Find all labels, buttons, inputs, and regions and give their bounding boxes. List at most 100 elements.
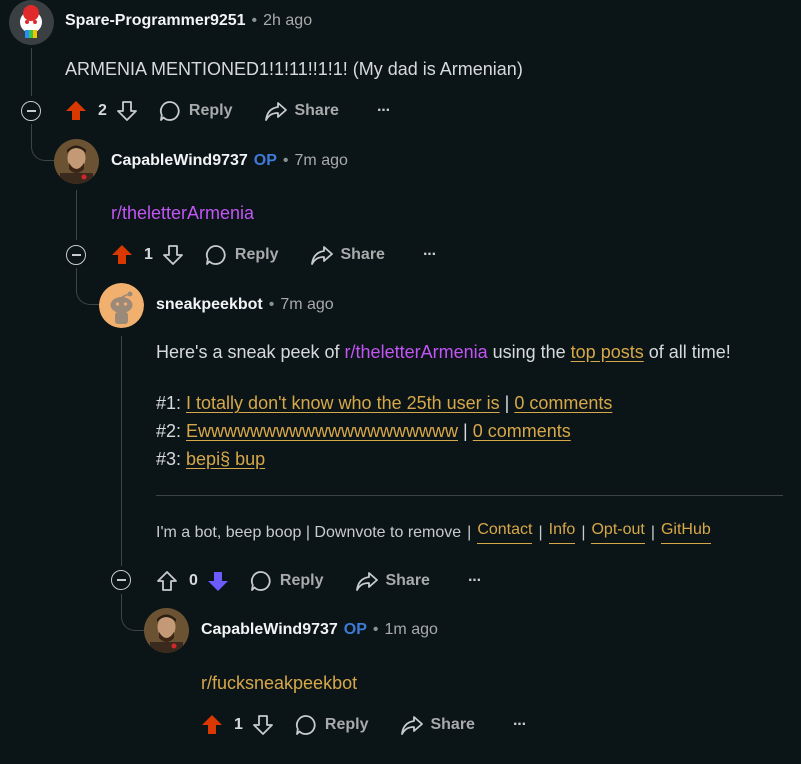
timestamp[interactable]: 1m ago [385, 621, 438, 639]
vote-count: 1 [144, 246, 153, 263]
comment-meta: Spare-Programmer9251 • 2h ago [65, 12, 312, 30]
upvote-icon[interactable] [110, 243, 134, 267]
vote-count: 1 [234, 716, 243, 733]
subreddit-link[interactable]: r/fucksneakpeekbot [201, 673, 357, 694]
comments-link[interactable]: 0 comments [514, 393, 612, 413]
reply-label: Reply [279, 572, 324, 589]
separator: | [458, 421, 473, 441]
timestamp[interactable]: 7m ago [295, 152, 348, 170]
intro-text: of all time! [643, 342, 731, 362]
comments-link[interactable]: 0 comments [473, 421, 571, 441]
reply-button[interactable]: Reply [295, 714, 369, 736]
share-label: Share [340, 246, 385, 263]
meta-dot: • [372, 621, 379, 638]
separator: | [499, 393, 515, 413]
bot-footer: I'm a bot, beep boop | Downvote to remov… [156, 521, 711, 544]
meta-dot: • [251, 12, 258, 29]
top-posts-link[interactable]: top posts [571, 342, 644, 362]
more-icon[interactable]: ··· [423, 246, 437, 264]
share-label: Share [430, 716, 475, 733]
reply-bubble-icon [205, 244, 227, 266]
author-name[interactable]: sneakpeekbot [156, 296, 263, 314]
footer-text: I'm a bot, beep boop | Downvote to remov… [156, 523, 462, 541]
reply-label: Reply [324, 716, 369, 733]
collapse-icon[interactable] [111, 570, 131, 590]
comment-meta: CapableWind9737 OP • 7m ago [111, 152, 348, 170]
more-icon[interactable]: ··· [377, 102, 391, 120]
meta-dot: • [282, 152, 289, 169]
author-name[interactable]: CapableWind9737 [201, 621, 338, 639]
thread-branch-2 [76, 268, 99, 305]
thread-line-1 [31, 48, 32, 96]
downvote-icon[interactable] [251, 713, 275, 737]
avatar[interactable] [99, 283, 144, 328]
avatar[interactable] [144, 608, 189, 653]
upvote-icon[interactable] [200, 713, 224, 737]
avatar[interactable] [54, 139, 99, 184]
reply-label: Reply [234, 246, 279, 263]
separator: | [467, 523, 472, 541]
separator: | [650, 523, 655, 541]
thread-line-2 [76, 190, 77, 240]
subreddit-link[interactable]: r/theletterArmenia [345, 342, 488, 362]
separator: | [581, 523, 586, 541]
share-button[interactable]: Share [264, 100, 339, 122]
github-link[interactable]: GitHub [660, 521, 711, 544]
share-label: Share [385, 572, 430, 589]
more-icon[interactable]: ··· [513, 716, 527, 734]
action-bar: 1 Reply Share ··· [200, 713, 527, 737]
share-icon [400, 714, 424, 736]
reply-bubble-icon [159, 100, 181, 122]
comment-meta: sneakpeekbot • 7m ago [156, 296, 334, 314]
thread-line-3 [121, 336, 122, 566]
action-bar: 2 Reply Share ··· [64, 99, 391, 123]
author-name[interactable]: Spare-Programmer9251 [65, 12, 246, 30]
intro-text: Here's a sneak peek of [156, 342, 345, 362]
author-name[interactable]: CapableWind9737 [111, 152, 248, 170]
meta-dot: • [268, 296, 275, 313]
thread-branch-3 [121, 594, 144, 631]
separator: | [538, 523, 543, 541]
share-button[interactable]: Share [355, 570, 430, 592]
collapse-icon[interactable] [21, 101, 41, 121]
subreddit-link[interactable]: r/theletterArmenia [111, 203, 254, 224]
reply-button[interactable]: Reply [250, 570, 324, 592]
upvote-icon[interactable] [64, 99, 88, 123]
reply-label: Reply [188, 102, 233, 119]
list-item: #3: bepi§ bup [156, 449, 265, 470]
downvote-icon[interactable] [115, 99, 139, 123]
share-button[interactable]: Share [310, 244, 385, 266]
post-link[interactable]: I totally don't know who the 25th user i… [186, 393, 500, 413]
post-number: #2: [156, 421, 187, 441]
timestamp[interactable]: 7m ago [280, 296, 333, 314]
timestamp[interactable]: 2h ago [263, 12, 312, 30]
opt-out-link[interactable]: Opt-out [591, 521, 645, 544]
avatar[interactable] [9, 0, 54, 45]
list-item: #1: I totally don't know who the 25th us… [156, 393, 612, 414]
list-item: #2: Ewwwwwwwwwwwwwwwwwwww | 0 comments [156, 421, 571, 442]
thread-branch-1 [31, 124, 54, 161]
vote-count: 0 [189, 572, 198, 589]
comment-meta: CapableWind9737 OP • 1m ago [201, 621, 438, 639]
bot-intro: Here's a sneak peek of r/theletterArmeni… [156, 342, 731, 363]
share-label: Share [294, 102, 339, 119]
downvote-icon[interactable] [161, 243, 185, 267]
collapse-icon[interactable] [66, 245, 86, 265]
intro-text: using the [487, 342, 571, 362]
op-badge: OP [253, 152, 277, 169]
downvote-icon[interactable] [206, 569, 230, 593]
post-link[interactable]: bepi§ bup [186, 449, 265, 469]
upvote-icon[interactable] [155, 569, 179, 593]
more-icon[interactable]: ··· [468, 572, 482, 590]
contact-link[interactable]: Contact [477, 521, 533, 544]
share-icon [310, 244, 334, 266]
info-link[interactable]: Info [548, 521, 576, 544]
divider [156, 495, 783, 496]
comment-body: ARMENIA MENTIONED1!1!11!!1!1! (My dad is… [65, 59, 523, 79]
share-button[interactable]: Share [400, 714, 475, 736]
post-number: #1: [156, 393, 187, 413]
reply-button[interactable]: Reply [159, 100, 233, 122]
reply-button[interactable]: Reply [205, 244, 279, 266]
action-bar: 0 Reply Share ··· [155, 569, 482, 593]
post-link[interactable]: Ewwwwwwwwwwwwwwwwwwww [186, 421, 458, 441]
